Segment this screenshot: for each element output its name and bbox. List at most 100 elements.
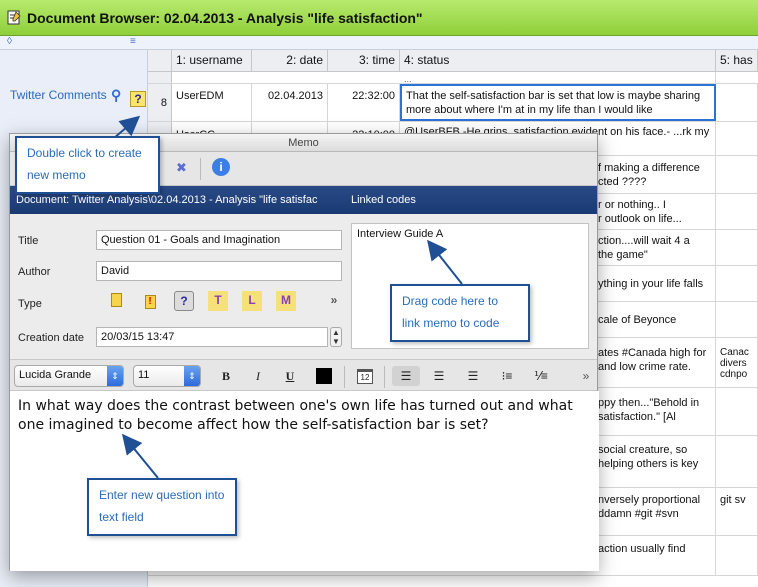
has-cell[interactable] [716,156,758,193]
has-cell[interactable] [716,230,758,265]
has-cell[interactable] [716,122,758,155]
has-cell[interactable] [716,194,758,229]
date-cell[interactable]: 02.04.2013 [252,84,328,121]
status-fragment: cale of Beyonce [598,314,677,326]
has-cell[interactable] [716,388,758,435]
status-cell[interactable]: action usually find [594,536,716,575]
callout-double-click: Double click to create new memo [15,136,160,194]
username-cell[interactable]: UserEDM [172,84,252,121]
has-cell[interactable] [716,84,758,121]
status-fragment: satisfaction." [Al [598,411,676,423]
has-cell[interactable]: git sv [716,488,758,535]
text-color-button[interactable] [313,366,335,386]
column-header-status[interactable]: 4: status [400,50,716,72]
status-fragment: r or nothing.. I [598,199,666,211]
status-fragment: ppy then..."Behold in [598,397,700,409]
memo-type-alert-icon[interactable]: ! [140,291,160,311]
row-number [148,72,172,83]
column-toggle-bar: ◊ ≡ [0,36,758,50]
numbered-list-icon[interactable]: ⅟≡ [530,366,552,386]
status-cell[interactable]: nversely proportional ddamn #git #svn [594,488,716,535]
status-cell[interactable]: ates #Canada high for and low crime rate. [594,338,716,387]
font-size-value: 11 [138,369,150,381]
status-cell[interactable]: f making a difference cted ???? [594,156,716,193]
memo-type-selector: ! ? T L M » [106,291,346,313]
status-fragment: the game" [598,249,648,261]
diamond-icon[interactable]: ◊ [7,36,12,47]
has-cell[interactable] [716,266,758,301]
has-cell[interactable] [716,536,758,575]
column-header-date[interactable]: 2: date [252,50,328,72]
info-icon[interactable]: i [212,158,230,176]
delete-memo-icon[interactable]: ✖ [176,160,187,176]
font-size-select[interactable]: 11 ⇕ [133,365,201,387]
bold-button[interactable]: B [215,366,237,386]
italic-button[interactable]: I [247,366,269,386]
status-cell[interactable]: r or nothing.. I r outlook on life... [594,194,716,229]
memo-question-icon[interactable]: ? [130,91,146,107]
status-fragment: ything in your life falls [598,278,704,290]
bullet-list-icon[interactable]: ⁝≡ [496,366,518,386]
has-fragment: cdnpo [720,369,748,380]
align-center-icon[interactable]: ☰ [428,366,450,386]
status-fragment: ates #Canada high for [598,347,707,359]
code-label-twitter-comments[interactable]: Twitter Comments [10,88,107,102]
has-fragment: git sv [720,494,746,506]
status-fragment: nversely proportional [598,494,701,506]
status-cell[interactable]: cale of Beyonce [594,302,716,337]
font-family-select[interactable]: Lucida Grande ⇕ [14,365,124,387]
memo-type-theory-icon[interactable]: T [208,291,228,311]
title-input[interactable] [96,230,342,250]
type-label: Type [18,298,42,310]
title-bar: Document Browser: 02.04.2013 - Analysis … [0,0,758,36]
creation-date-input[interactable] [96,327,328,347]
has-fragment: divers [720,358,747,369]
more-formatting-icon[interactable]: » [575,366,597,386]
document-icon [7,10,21,25]
toolbar-separator [200,158,201,180]
memo-document-path: Document: Twitter Analysis\02.04.2013 - … [16,194,318,206]
more-types-icon[interactable]: » [324,291,344,311]
table-row[interactable]: ... [148,72,758,84]
status-cell-selected[interactable]: That the self-satisfaction bar is set th… [400,84,716,121]
column-header-time[interactable]: 3: time [328,50,400,72]
title-label: Title [18,235,39,247]
time-cell[interactable]: 22:32:00 [328,84,400,121]
has-cell[interactable] [716,302,758,337]
status-fragment: helping others is key [598,458,699,470]
table-row[interactable]: 8 UserEDM 02.04.2013 22:32:00 That the s… [148,84,758,122]
memo-type-method-icon[interactable]: M [276,291,296,311]
status-fragment: social creature, so [598,444,688,456]
toolbar-separator [344,366,345,388]
callout-enter-question: Enter new question into text field [87,478,237,536]
calendar-icon[interactable]: 12 [354,366,376,386]
chevron-updown-icon: ⇕ [107,366,123,386]
status-cell[interactable]: ... [400,72,716,83]
menu-lines-icon[interactable]: ≡ [130,36,136,47]
memo-body-text[interactable]: In what way does the contrast between on… [18,397,588,435]
has-cell[interactable] [716,436,758,487]
has-cell[interactable]: Canac divers cdnpo [716,338,758,387]
column-header-has[interactable]: 5: has [716,50,758,72]
row-number-header [148,50,172,72]
formatting-toolbar: Lucida Grande ⇕ 11 ⇕ B I U 12 ☰ ☰ ☰ ⁝≡ ⅟… [10,359,597,391]
date-stepper-icon[interactable]: ▲ ▼ [330,327,342,347]
column-header-username[interactable]: 1: username [172,50,252,72]
row-number: 8 [148,84,172,121]
status-fragment: r outlook on life... [598,213,682,225]
has-fragment: Canac [720,347,749,358]
memo-type-question-icon[interactable]: ? [174,291,194,311]
memo-type-note-icon[interactable] [106,291,126,311]
linked-code-item[interactable]: Interview Guide A [357,228,443,240]
status-cell[interactable]: ction....will wait 4 a the game" [594,230,716,265]
align-right-icon[interactable]: ☰ [462,366,484,386]
underline-button[interactable]: U [279,366,301,386]
status-fragment: ction....will wait 4 a [598,235,690,247]
align-left-icon[interactable]: ☰ [392,366,420,386]
memo-type-literature-icon[interactable]: L [242,291,262,311]
author-input[interactable] [96,261,342,281]
linked-codes-heading: Linked codes [351,194,416,206]
status-cell[interactable]: social creature, so helping others is key [594,436,716,487]
status-cell[interactable]: ything in your life falls [594,266,716,301]
status-cell[interactable]: ppy then..."Behold in satisfaction." [Al [594,388,716,435]
